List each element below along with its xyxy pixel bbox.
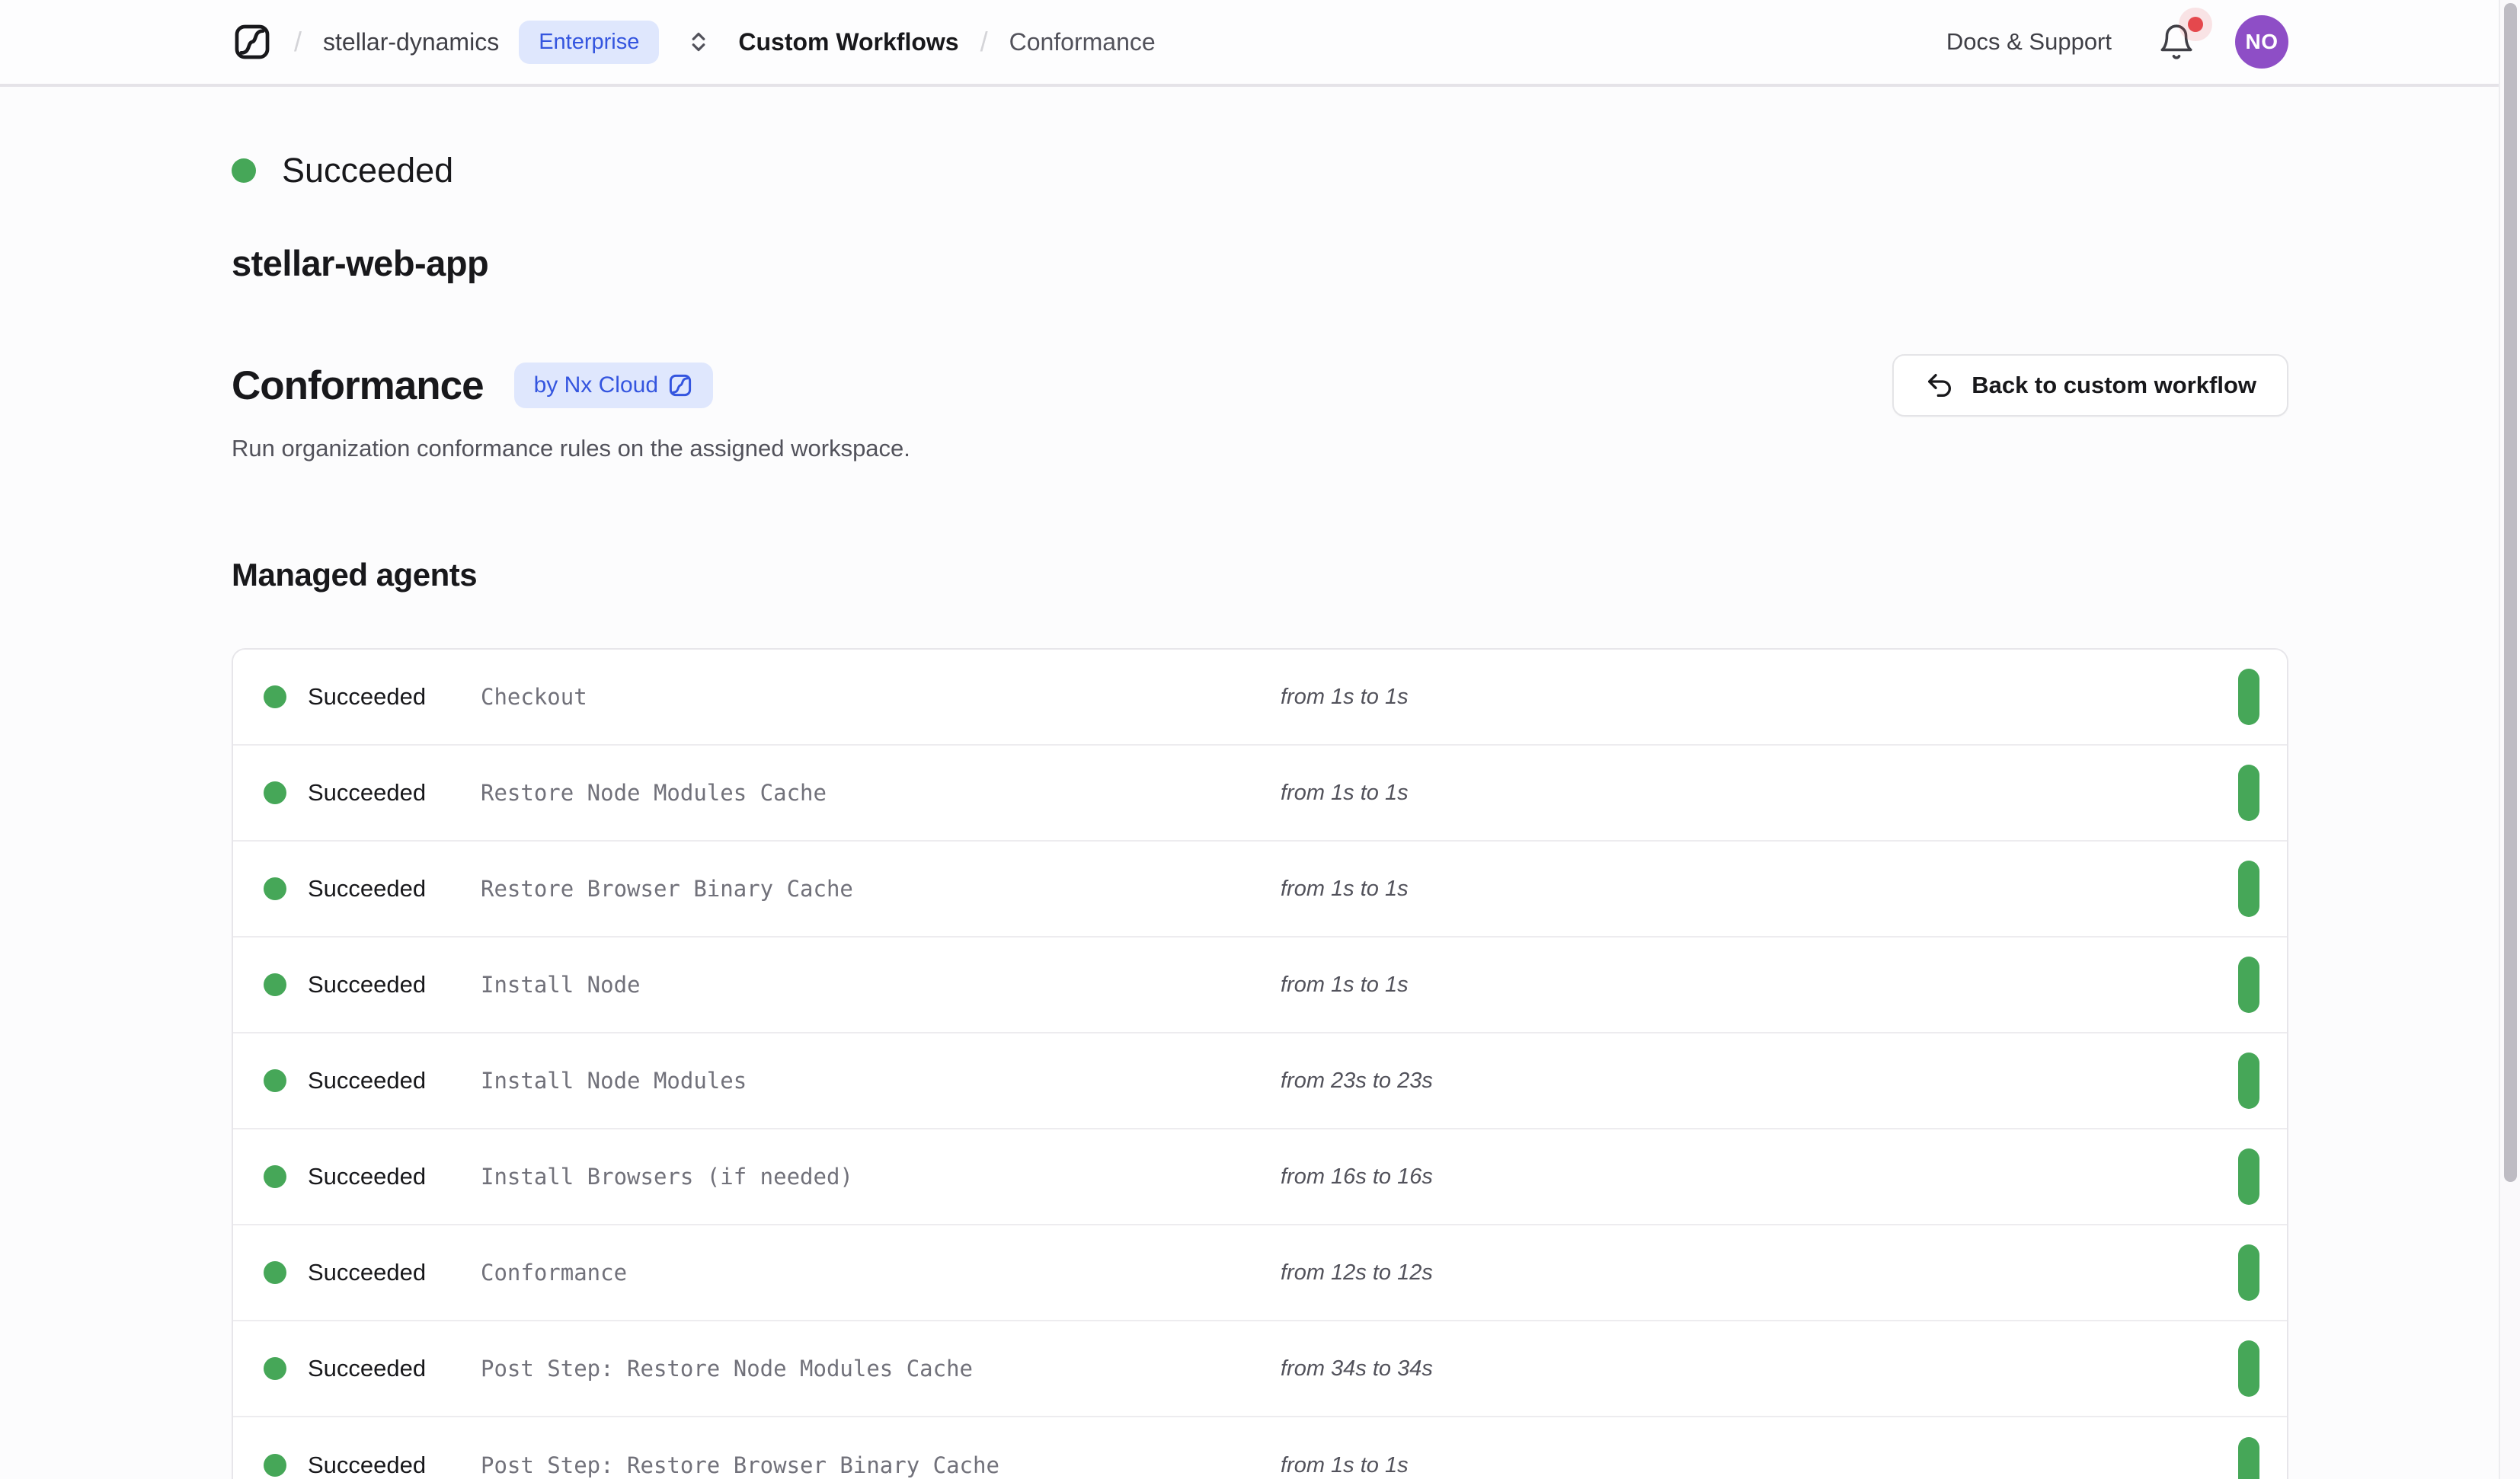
return-arrow-icon: [1924, 370, 1955, 401]
agent-row[interactable]: Succeeded Restore Browser Binary Cache f…: [233, 842, 2287, 938]
breadcrumb-custom-workflows[interactable]: Custom Workflows: [738, 28, 958, 56]
main-content: Succeeded stellar-web-app Conformance by…: [232, 151, 2288, 1479]
row-status-group: Succeeded: [264, 1259, 481, 1286]
progress-bar: [2238, 1053, 2259, 1109]
agent-row[interactable]: Succeeded Install Browsers (if needed) f…: [233, 1129, 2287, 1225]
time-range: from 1s to 1s: [1281, 973, 1409, 998]
progress-bar: [2238, 1340, 2259, 1397]
progress-bar: [2238, 1148, 2259, 1205]
status-dot: [264, 685, 286, 708]
managed-agents-heading: Managed agents: [232, 557, 2288, 593]
row-status-group: Succeeded: [264, 971, 481, 998]
row-status-group: Succeeded: [264, 683, 481, 711]
nav-right: Docs & Support NO: [1946, 15, 2288, 69]
progress-bar: [2238, 861, 2259, 917]
managed-agents-list: Succeeded Checkout from 1s to 1s Succeed…: [232, 648, 2288, 1479]
status-label: Succeeded: [308, 1163, 426, 1190]
notification-badge: [2188, 17, 2203, 32]
time-range: from 1s to 1s: [1281, 1453, 1409, 1478]
notifications-button[interactable]: [2157, 23, 2195, 61]
agent-row[interactable]: Succeeded Install Node Modules from 23s …: [233, 1033, 2287, 1129]
plan-badge: Enterprise: [519, 21, 659, 64]
time-range: from 34s to 34s: [1281, 1356, 1433, 1382]
status-dot: [264, 1357, 286, 1380]
avatar[interactable]: NO: [2235, 15, 2288, 69]
nx-cloud-logo-icon[interactable]: [232, 21, 273, 62]
time-range: from 12s to 12s: [1281, 1260, 1433, 1286]
progress-bar: [2238, 957, 2259, 1013]
agent-row[interactable]: Succeeded Install Node from 1s to 1s: [233, 938, 2287, 1033]
progress-bar: [2238, 1244, 2259, 1301]
progress-bar: [2238, 669, 2259, 725]
docs-support-link[interactable]: Docs & Support: [1946, 28, 2112, 56]
chevron-up-down-icon: [685, 28, 712, 56]
run-status: Succeeded: [232, 151, 2288, 190]
back-button-label: Back to custom workflow: [1972, 372, 2256, 399]
status-label: Succeeded: [282, 151, 453, 190]
workflow-header: Conformance by Nx Cloud Back to custom w…: [232, 354, 2288, 417]
breadcrumb-separator: /: [980, 26, 988, 58]
row-status-group: Succeeded: [264, 875, 481, 902]
status-dot: [264, 1454, 286, 1477]
row-status-group: Succeeded: [264, 1452, 481, 1479]
step-name: Install Node: [481, 972, 1281, 998]
status-dot: [264, 1069, 286, 1092]
time-range: from 16s to 16s: [1281, 1164, 1433, 1190]
status-label: Succeeded: [308, 875, 426, 902]
progress-bar: [2238, 765, 2259, 821]
status-dot: [264, 781, 286, 804]
status-label: Succeeded: [308, 1067, 426, 1094]
row-status-group: Succeeded: [264, 1355, 481, 1382]
status-dot: [232, 158, 256, 183]
step-name: Conformance: [481, 1260, 1281, 1286]
status-label: Succeeded: [308, 1355, 426, 1382]
time-range: from 23s to 23s: [1281, 1069, 1433, 1094]
step-name: Checkout: [481, 684, 1281, 710]
scrollbar-track[interactable]: [2499, 0, 2520, 1479]
status-dot: [264, 877, 286, 900]
nx-cloud-logo-icon: [667, 372, 693, 398]
status-label: Succeeded: [308, 1259, 426, 1286]
status-label: Succeeded: [308, 779, 426, 807]
status-label: Succeeded: [308, 1452, 426, 1479]
nav-inner: / stellar-dynamics Enterprise Custom Wor…: [232, 15, 2288, 69]
scrollbar-thumb[interactable]: [2504, 3, 2517, 1182]
breadcrumb-separator: /: [294, 26, 302, 58]
progress-bar: [2238, 1437, 2259, 1479]
row-status-group: Succeeded: [264, 1163, 481, 1190]
step-name: Restore Node Modules Cache: [481, 780, 1281, 806]
back-to-custom-workflow-button[interactable]: Back to custom workflow: [1892, 354, 2288, 417]
time-range: from 1s to 1s: [1281, 685, 1409, 710]
breadcrumb-org[interactable]: stellar-dynamics: [323, 28, 499, 56]
step-name: Restore Browser Binary Cache: [481, 876, 1281, 902]
workspace-title: stellar-web-app: [232, 242, 2288, 284]
top-nav: / stellar-dynamics Enterprise Custom Wor…: [0, 0, 2520, 87]
time-range: from 1s to 1s: [1281, 781, 1409, 806]
step-name: Post Step: Restore Node Modules Cache: [481, 1356, 1281, 1382]
agent-row[interactable]: Succeeded Post Step: Restore Node Module…: [233, 1321, 2287, 1417]
status-label: Succeeded: [308, 971, 426, 998]
status-dot: [264, 1261, 286, 1284]
status-dot: [264, 1165, 286, 1188]
row-status-group: Succeeded: [264, 1067, 481, 1094]
agent-row[interactable]: Succeeded Post Step: Restore Browser Bin…: [233, 1417, 2287, 1479]
workflow-title: Conformance: [232, 363, 484, 409]
step-name: Post Step: Restore Browser Binary Cache: [481, 1452, 1281, 1478]
workflow-description: Run organization conformance rules on th…: [232, 435, 2288, 462]
by-nx-cloud-label: by Nx Cloud: [534, 372, 658, 398]
workspace-switcher-button[interactable]: [685, 28, 712, 56]
breadcrumb-page: Conformance: [1009, 28, 1156, 56]
agent-row[interactable]: Succeeded Conformance from 12s to 12s: [233, 1225, 2287, 1321]
by-nx-cloud-badge[interactable]: by Nx Cloud: [514, 363, 713, 408]
step-name: Install Browsers (if needed): [481, 1164, 1281, 1190]
row-status-group: Succeeded: [264, 779, 481, 807]
step-name: Install Node Modules: [481, 1068, 1281, 1094]
status-dot: [264, 973, 286, 996]
time-range: from 1s to 1s: [1281, 877, 1409, 902]
agent-row[interactable]: Succeeded Checkout from 1s to 1s: [233, 650, 2287, 746]
agent-row[interactable]: Succeeded Restore Node Modules Cache fro…: [233, 746, 2287, 842]
status-label: Succeeded: [308, 683, 426, 711]
